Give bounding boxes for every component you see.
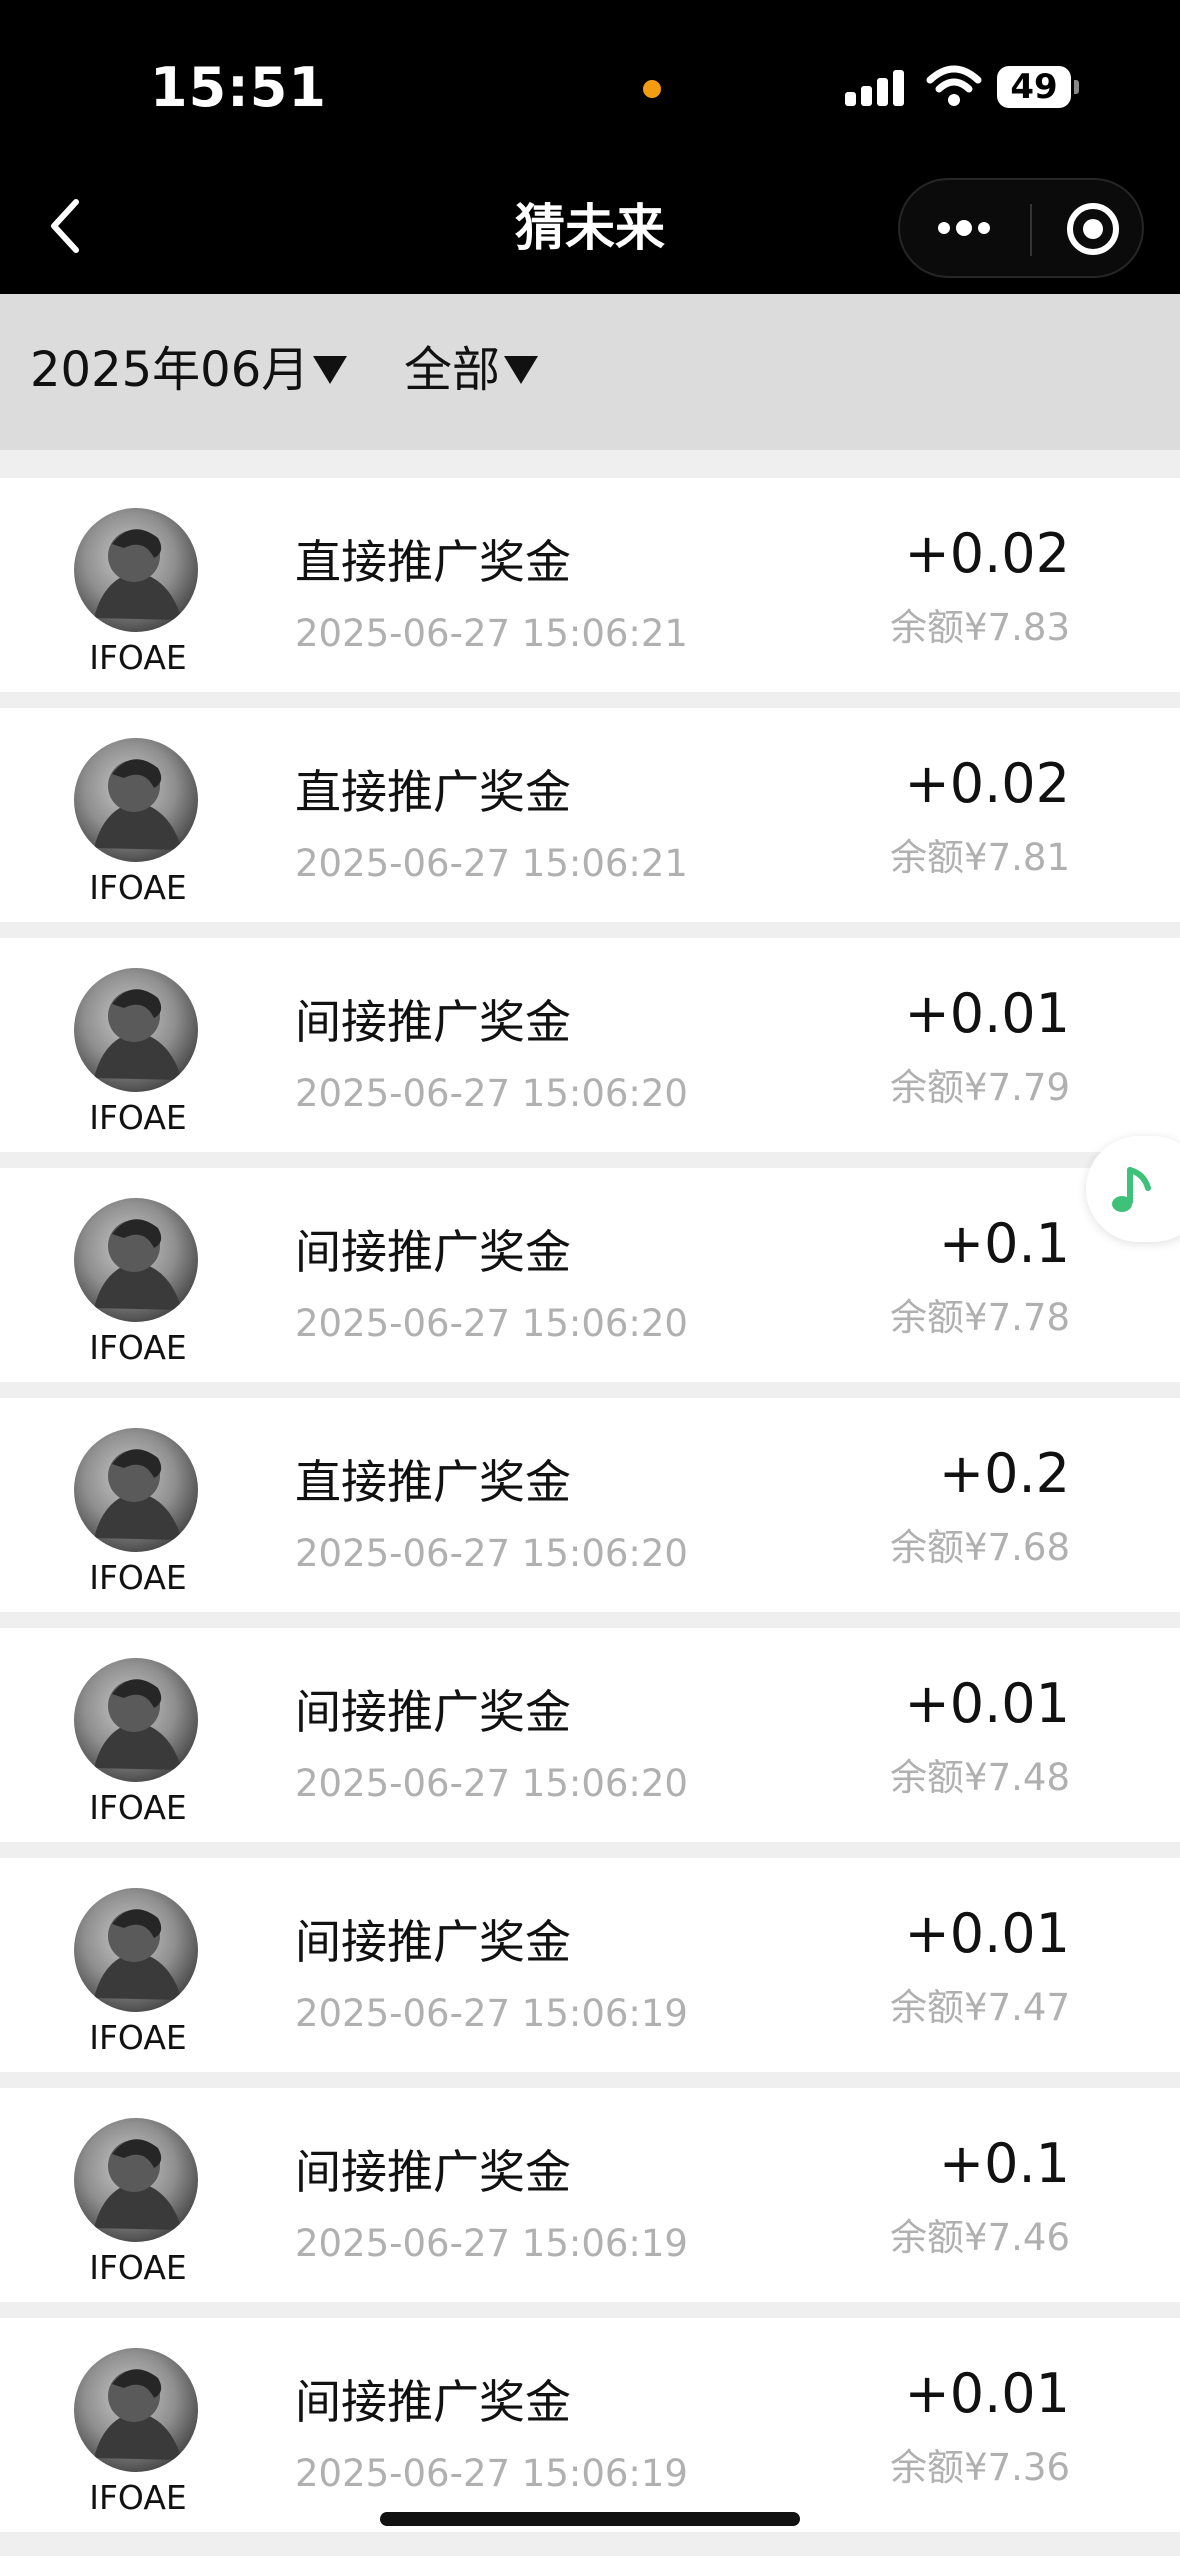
list-item[interactable]: IFOAE 直接推广奖金 2025-06-27 15:06:20 +0.2 余额¥7.6… (0, 1398, 1180, 1612)
transaction-amount: +0.2 (938, 1442, 1070, 1505)
transaction-time: 2025-06-27 15:06:19 (295, 2452, 688, 2495)
balance-after: 余额¥7.83 (890, 606, 1070, 649)
balance-after: 余额¥7.46 (890, 2216, 1070, 2259)
more-icon[interactable] (934, 216, 994, 240)
avatar (74, 1198, 198, 1322)
transaction-title: 直接推广奖金 (295, 765, 571, 819)
transaction-time: 2025-06-27 15:06:19 (295, 1992, 688, 2035)
balance-after: 余额¥7.36 (890, 2446, 1070, 2489)
username: IFOAE (89, 1328, 187, 1367)
month-filter-label: 2025年06月 (30, 342, 310, 398)
month-filter[interactable]: 2025年06月 (30, 340, 348, 400)
status-time: 15:51 (150, 56, 327, 119)
transaction-amount: +0.02 (904, 522, 1070, 585)
transaction-amount: +0.01 (904, 982, 1070, 1045)
transaction-time: 2025-06-27 15:06:20 (295, 1532, 688, 1575)
avatar (74, 2348, 198, 2472)
transaction-title: 间接推广奖金 (295, 1685, 571, 1739)
caret-down-icon (313, 356, 348, 384)
list-item[interactable]: IFOAE 间接推广奖金 2025-06-27 15:06:20 +0.01 余额¥7.… (0, 938, 1180, 1152)
category-filter[interactable]: 全部 (404, 340, 539, 400)
transaction-amount: +0.1 (938, 1212, 1070, 1275)
home-indicator (380, 2512, 800, 2526)
username: IFOAE (89, 1558, 187, 1597)
music-note-icon (1112, 1167, 1151, 1212)
transaction-amount: +0.02 (904, 752, 1070, 815)
balance-after: 余额¥7.48 (890, 1756, 1070, 1799)
mini-program-capsule (898, 178, 1144, 278)
list-item[interactable]: IFOAE 直接推广奖金 2025-06-27 15:06:21 +0.02 余额¥7.… (0, 708, 1180, 922)
username: IFOAE (89, 1788, 187, 1827)
list-item[interactable]: IFOAE 间接推广奖金 2025-06-27 15:06:19 +0.01 余额¥7.… (0, 1858, 1180, 2072)
filter-bar: 2025年06月 全部 (0, 294, 1180, 450)
username: IFOAE (89, 638, 187, 677)
balance-after: 余额¥7.68 (890, 1526, 1070, 1569)
list-item[interactable]: IFOAE 间接推广奖金 2025-06-27 15:06:19 +0.01 余额¥7.… (0, 2318, 1180, 2532)
list-item[interactable]: IFOAE 间接推广奖金 2025-06-27 15:06:19 +0.1 余额¥7.4… (0, 2088, 1180, 2302)
username: IFOAE (89, 868, 187, 907)
list-item[interactable]: IFOAE 间接推广奖金 2025-06-27 15:06:20 +0.01 余额¥7.… (0, 1628, 1180, 1842)
balance-after: 余额¥7.81 (890, 836, 1070, 879)
avatar (74, 738, 198, 862)
recording-indicator-dot (643, 80, 661, 98)
transaction-amount: +0.01 (904, 1672, 1070, 1735)
transaction-title: 直接推广奖金 (295, 535, 571, 589)
target-icon[interactable] (1064, 200, 1122, 258)
transaction-time: 2025-06-27 15:06:21 (295, 612, 688, 655)
transaction-list: IFOAE 直接推广奖金 2025-06-27 15:06:21 +0.02 余额¥7.… (0, 450, 1180, 2556)
balance-after: 余额¥7.47 (890, 1986, 1070, 2029)
avatar (74, 1658, 198, 1782)
transaction-time: 2025-06-27 15:06:21 (295, 842, 688, 885)
avatar (74, 1428, 198, 1552)
balance-after: 余额¥7.78 (890, 1296, 1070, 1339)
header: 15:51 49 猜未来 (0, 0, 1180, 294)
balance-after: 余额¥7.79 (890, 1066, 1070, 1109)
transaction-title: 间接推广奖金 (295, 1225, 571, 1279)
transaction-amount: +0.1 (938, 2132, 1070, 2195)
username: IFOAE (89, 2018, 187, 2057)
transaction-time: 2025-06-27 15:06:19 (295, 2222, 688, 2265)
page-title: 猜未来 (515, 199, 665, 257)
username: IFOAE (89, 1098, 187, 1137)
transaction-amount: +0.01 (904, 1902, 1070, 1965)
avatar (74, 968, 198, 1092)
avatar (74, 508, 198, 632)
transaction-title: 间接推广奖金 (295, 2375, 571, 2429)
wifi-icon (926, 65, 982, 106)
transaction-title: 直接推广奖金 (295, 1455, 571, 1509)
caret-down-icon (504, 356, 539, 384)
transaction-amount: +0.01 (904, 2362, 1070, 2425)
transaction-title: 间接推广奖金 (295, 995, 571, 1049)
transaction-time: 2025-06-27 15:06:20 (295, 1072, 688, 1115)
avatar (74, 1888, 198, 2012)
battery-level: 49 (997, 66, 1071, 108)
cellular-signal-icon (845, 70, 905, 106)
back-icon[interactable] (46, 196, 86, 256)
list-item[interactable]: IFOAE 直接推广奖金 2025-06-27 15:06:21 +0.02 余额¥7.… (0, 478, 1180, 692)
category-filter-label: 全部 (404, 342, 501, 398)
battery-icon: 49 (997, 66, 1079, 108)
username: IFOAE (89, 2248, 187, 2287)
transaction-time: 2025-06-27 15:06:20 (295, 1762, 688, 1805)
list-item[interactable]: IFOAE 间接推广奖金 2025-06-27 15:06:20 +0.1 余额¥7.7… (0, 1168, 1180, 1382)
avatar (74, 2118, 198, 2242)
username: IFOAE (89, 2478, 187, 2517)
transaction-time: 2025-06-27 15:06:20 (295, 1302, 688, 1345)
transaction-title: 间接推广奖金 (295, 2145, 571, 2199)
transaction-title: 间接推广奖金 (295, 1915, 571, 1969)
